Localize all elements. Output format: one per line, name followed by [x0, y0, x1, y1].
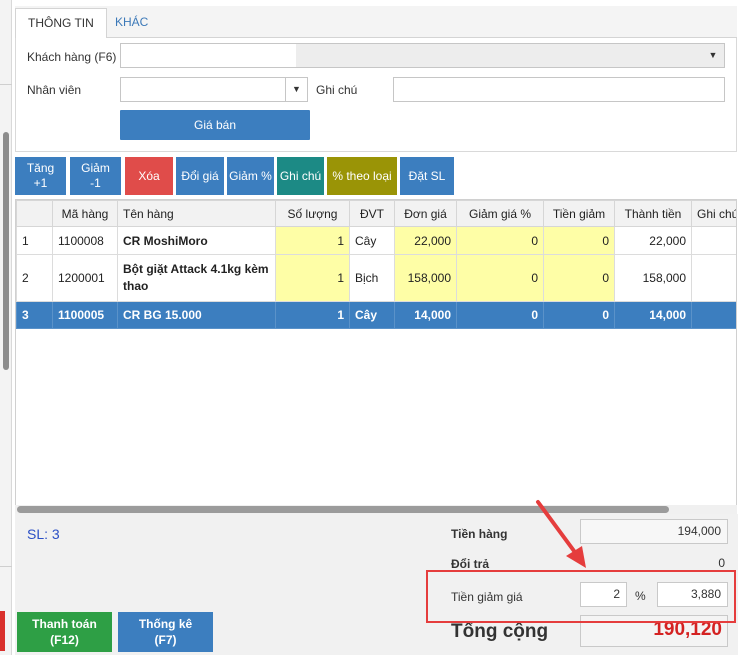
increase-qty-button[interactable]: Tăng +1	[15, 157, 66, 195]
unit-cell: Cây	[349, 301, 395, 329]
pay-shortcut: (F12)	[50, 633, 79, 647]
set-quantity-button[interactable]: Đặt SL	[400, 157, 454, 195]
column-header[interactable]: Thành tiền	[614, 200, 692, 227]
tab-bar: THÔNG TIN KHÁC	[15, 6, 737, 39]
item-code: 1100008	[52, 226, 118, 255]
discount-percent-cell[interactable]: 0	[456, 254, 544, 302]
customer-label: Khách hàng (F6)	[27, 50, 117, 64]
chevron-down-icon[interactable]: ▼	[285, 78, 307, 101]
decrease-qty-button[interactable]: Giảm -1	[70, 157, 121, 195]
unit-cell: Bịch	[349, 254, 395, 302]
column-header[interactable]: Giảm giá %	[456, 200, 544, 227]
discount-percent-cell[interactable]: 0	[456, 301, 544, 329]
note-cell[interactable]	[691, 226, 736, 255]
line-total-cell: 22,000	[614, 226, 692, 255]
order-items-grid: Mã hàng Tên hàng Số lượng ĐVT Đơn giá Gi…	[15, 199, 737, 514]
column-header[interactable]: Tiền giảm	[543, 200, 615, 227]
row-number: 1	[16, 226, 53, 255]
unit-price-cell[interactable]: 22,000	[394, 226, 457, 255]
red-marker	[0, 611, 5, 651]
item-name: CR MoshiMoro	[117, 226, 276, 255]
table-row[interactable]: 1 1100008 CR MoshiMoro 1 Cây 22,000 0 0 …	[16, 226, 736, 255]
delete-button[interactable]: Xóa	[125, 157, 173, 195]
percent-by-type-button[interactable]: % theo loại	[327, 157, 397, 195]
note-input[interactable]	[393, 77, 725, 102]
note-label: Ghi chú	[316, 83, 358, 97]
note-cell[interactable]	[691, 301, 736, 329]
column-header[interactable]: Tên hàng	[117, 200, 276, 227]
table-header-row: Mã hàng Tên hàng Số lượng ĐVT Đơn giá Gi…	[16, 200, 736, 227]
column-header[interactable]: ĐVT	[349, 200, 395, 227]
discount-amount-cell[interactable]: 0	[543, 254, 615, 302]
return-label: Đổi trả	[451, 557, 490, 571]
column-header[interactable]: Ghi chú	[691, 200, 736, 227]
grand-total-label: Tổng cộng	[451, 621, 549, 642]
item-count: SL: 3	[27, 526, 60, 542]
quantity-cell[interactable]: 1	[275, 226, 350, 255]
statistics-label: Thống kê	[138, 617, 193, 631]
decrease-label: Giảm	[81, 161, 110, 175]
item-name: CR BG 15.000	[117, 301, 276, 329]
divider	[0, 566, 12, 567]
row-number: 2	[16, 254, 53, 302]
discount-highlight-box	[426, 570, 736, 623]
increase-label: Tăng	[26, 161, 55, 175]
increase-amount: +1	[33, 176, 48, 190]
column-header[interactable]: Số lượng	[275, 200, 350, 227]
quantity-cell[interactable]: 1	[275, 254, 350, 302]
discount-amount-cell[interactable]: 0	[543, 301, 615, 329]
chevron-down-icon[interactable]: ▼	[702, 44, 724, 67]
left-panel-edge	[0, 0, 12, 655]
item-code: 1100005	[52, 301, 118, 329]
note-cell[interactable]	[691, 254, 736, 302]
goods-amount-label: Tiền hàng	[451, 527, 508, 541]
price-list-button[interactable]: Giá bán	[120, 110, 310, 140]
pay-label: Thanh toán	[32, 617, 97, 631]
discount-percent-button[interactable]: Giảm %	[227, 157, 274, 195]
column-header[interactable]: Đơn giá	[394, 200, 457, 227]
return-value: 0	[718, 556, 725, 570]
vertical-scrollbar[interactable]	[3, 132, 9, 370]
scrollbar-thumb[interactable]	[17, 506, 669, 513]
table-row-selected[interactable]: 3 1100005 CR BG 15.000 1 Cây 14,000 0 0 …	[16, 301, 736, 329]
row-number: 3	[16, 301, 53, 329]
line-total-cell: 14,000	[614, 301, 692, 329]
unit-price-cell[interactable]: 14,000	[394, 301, 457, 329]
discount-amount-cell[interactable]: 0	[543, 226, 615, 255]
order-info-form: Khách hàng (F6) ▼ Nhân viên ▼ Ghi chú Gi…	[15, 38, 737, 152]
statistics-button[interactable]: Thống kê (F7)	[118, 612, 213, 652]
pay-button[interactable]: Thanh toán (F12)	[17, 612, 112, 652]
goods-amount-value: 194,000	[580, 519, 728, 544]
staff-label: Nhân viên	[27, 83, 82, 97]
note-button[interactable]: Ghi chú	[277, 157, 324, 195]
item-code: 1200001	[52, 254, 118, 302]
customer-select[interactable]: ▼	[120, 43, 725, 68]
staff-select[interactable]: ▼	[120, 77, 308, 102]
horizontal-scrollbar[interactable]	[15, 505, 737, 514]
divider	[0, 84, 12, 85]
tab-thong-tin[interactable]: THÔNG TIN	[15, 8, 107, 39]
item-name: Bột giặt Attack 4.1kg kèm thao	[117, 254, 276, 302]
quantity-cell[interactable]: 1	[275, 301, 350, 329]
decrease-amount: -1	[90, 176, 101, 190]
discount-percent-cell[interactable]: 0	[456, 226, 544, 255]
column-header	[16, 200, 53, 227]
statistics-shortcut: (F7)	[154, 633, 177, 647]
items-table: Mã hàng Tên hàng Số lượng ĐVT Đơn giá Gi…	[16, 200, 736, 329]
table-row[interactable]: 2 1200001 Bột giặt Attack 4.1kg kèm thao…	[16, 254, 736, 302]
line-total-cell: 158,000	[614, 254, 692, 302]
tab-khac[interactable]: KHÁC	[103, 8, 160, 39]
unit-cell: Cây	[349, 226, 395, 255]
column-header[interactable]: Mã hàng	[52, 200, 118, 227]
customer-input[interactable]	[121, 44, 296, 67]
unit-price-cell[interactable]: 158,000	[394, 254, 457, 302]
change-price-button[interactable]: Đổi giá	[176, 157, 224, 195]
